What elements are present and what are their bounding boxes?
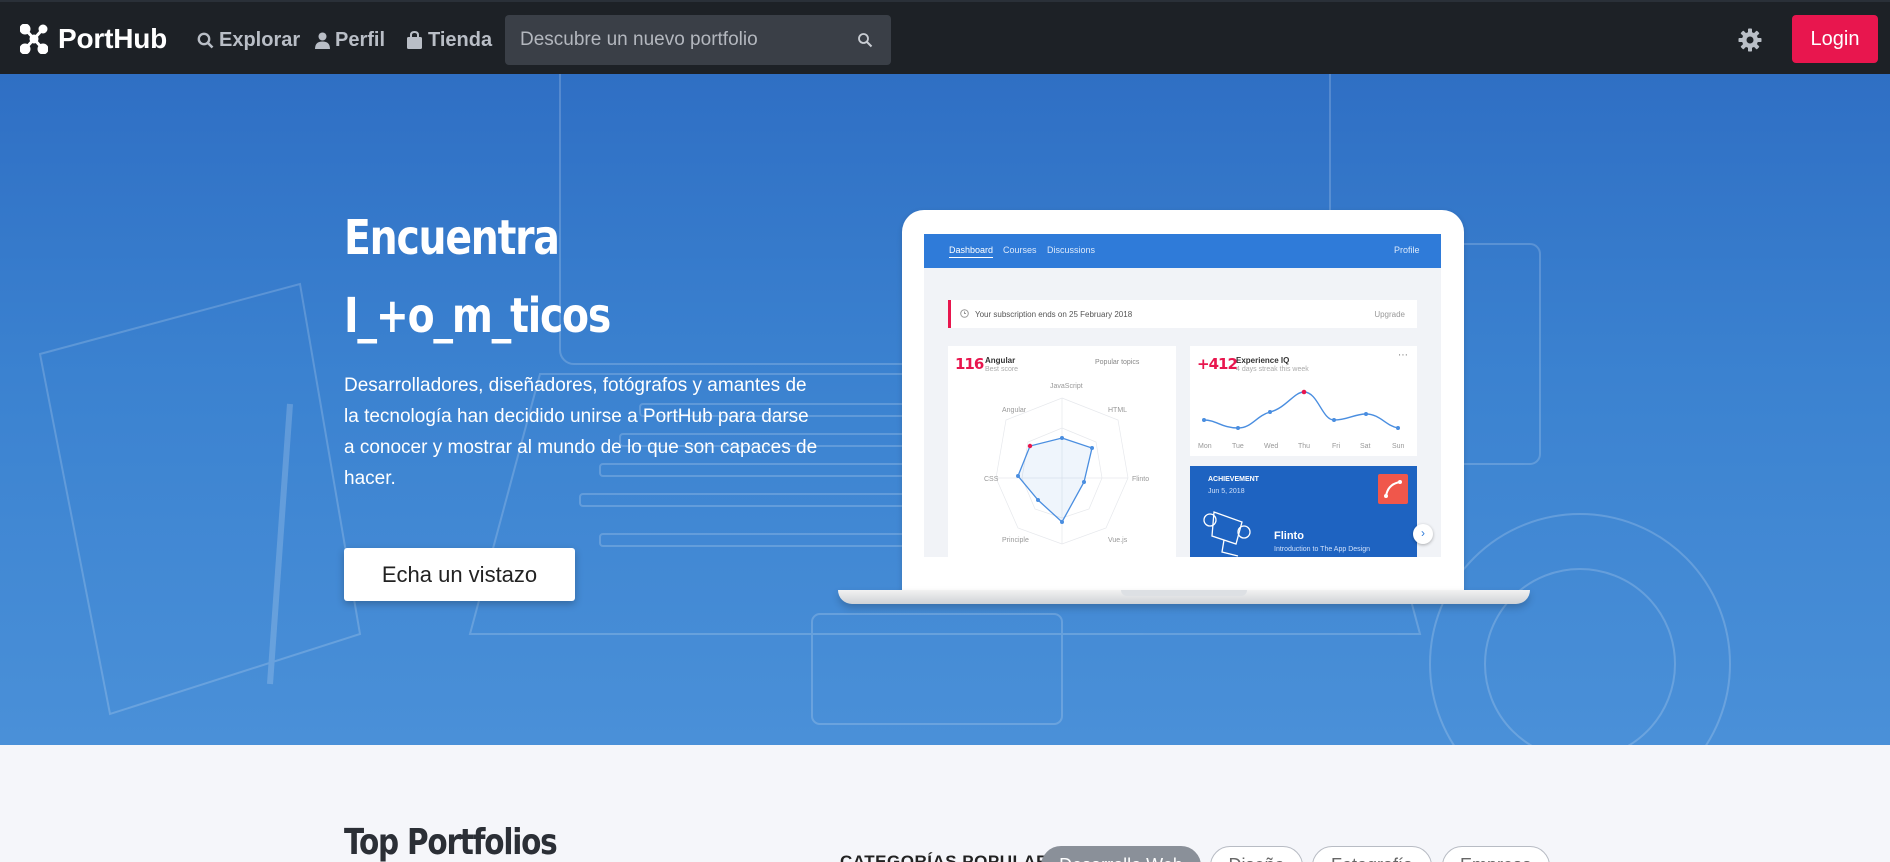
- nav-explorar-label: Explorar: [219, 28, 301, 51]
- mockup-achievement-card: ACHIEVEMENT Jun 5, 2018 Flinto Introduct…: [1190, 466, 1417, 557]
- day-wed: Wed: [1264, 443, 1278, 450]
- laptop-mockup: Dashboard Courses Discussions Profile Yo…: [838, 210, 1530, 610]
- brand-name: PortHub: [58, 23, 168, 54]
- laptop-screen: Dashboard Courses Discussions Profile Yo…: [924, 234, 1441, 557]
- category-pill-diseno[interactable]: Diseño: [1210, 846, 1303, 862]
- day-mon: Mon: [1198, 443, 1212, 450]
- day-sat: Sat: [1360, 443, 1371, 450]
- mockup-line-chart: Mon Tue Wed Thu Fri Sat Sun: [1198, 389, 1405, 450]
- hero-title-line-2: I_+o_m_ticos: [344, 288, 611, 344]
- user-icon: [315, 32, 330, 49]
- mockup-radar-chart: JavaScript HTML Flinto Vue.js Principle …: [984, 383, 1149, 545]
- day-fri: Fri: [1332, 443, 1341, 450]
- categories-label: CATEGORÍAS POPULARES: [840, 852, 1073, 862]
- mockup-achievement-date: Jun 5, 2018: [1208, 488, 1245, 495]
- nav-tienda-label: Tienda: [428, 28, 493, 51]
- mockup-card1-subtitle: Best score: [985, 366, 1019, 373]
- nav-perfil-link[interactable]: Perfil: [315, 28, 385, 52]
- radar-label-html: HTML: [1108, 407, 1127, 414]
- trophy-icon: [1203, 511, 1251, 557]
- more-icon: ⋯: [1398, 350, 1408, 361]
- mockup-experience-card: +412 Experience IQ 4 days streak this we…: [1190, 346, 1417, 456]
- search-bar: [505, 15, 891, 65]
- radar-label-css: CSS: [984, 476, 999, 483]
- day-tue: Tue: [1232, 443, 1244, 450]
- section-title: Top Portfolios: [344, 822, 558, 862]
- day-sun: Sun: [1392, 443, 1405, 450]
- login-button[interactable]: Login: [1792, 15, 1878, 63]
- search-input[interactable]: [505, 15, 855, 65]
- category-pill-empresa[interactable]: Empresa: [1442, 846, 1550, 862]
- mockup-card2-subtitle: 4 days streak this week: [1236, 366, 1309, 373]
- category-pill-fotografia[interactable]: Fotografía: [1312, 846, 1432, 862]
- hero-description: Desarrolladores, diseñadores, fotógrafos…: [344, 375, 818, 489]
- mockup-card2-value: +412: [1197, 355, 1238, 373]
- mockup-profile-link: Profile: [1394, 245, 1420, 255]
- radar-label-principle: Principle: [1002, 537, 1029, 544]
- mockup-next-arrow-icon: ›: [1413, 524, 1433, 544]
- mockup-card2-title: Experience IQ: [1236, 356, 1290, 365]
- cta-button[interactable]: Echa un vistazo: [344, 548, 575, 601]
- search-icon: [197, 32, 214, 48]
- mockup-achievement-subtitle: Introduction to The App Design: [1274, 546, 1370, 553]
- nav-explorar-link[interactable]: Explorar: [197, 28, 300, 52]
- gear-icon[interactable]: [1738, 28, 1762, 52]
- search-submit-icon[interactable]: [857, 32, 873, 48]
- flinto-logo-icon: [1378, 474, 1408, 504]
- mockup-achievement-name: Flinto: [1274, 530, 1304, 542]
- day-thu: Thu: [1298, 443, 1310, 450]
- mockup-card1-title: Angular: [985, 356, 1016, 365]
- mockup-topbar: Dashboard Courses Discussions Profile: [924, 234, 1441, 268]
- nav-perfil-label: Perfil: [335, 28, 386, 51]
- mockup-tab-courses: Courses: [1003, 245, 1037, 255]
- radar-label-vuejs: Vue.js: [1108, 537, 1128, 544]
- mockup-radar-card: 116 Angular Best score Popular topics Ja…: [948, 346, 1176, 557]
- mockup-achievement-heading: ACHIEVEMENT: [1208, 476, 1259, 483]
- clock-icon: [960, 309, 969, 318]
- radar-label-angular: Angular: [1002, 407, 1027, 414]
- nav-tienda-link[interactable]: Tienda: [406, 28, 492, 52]
- mockup-card1-value: 116: [955, 355, 984, 373]
- mockup-tab-discussions: Discussions: [1047, 245, 1096, 255]
- mockup-upgrade-link: Upgrade: [1374, 310, 1405, 319]
- laptop-notch: [1121, 590, 1247, 596]
- top-navbar: PortHub Explorar Perfil Tienda Login: [0, 0, 1890, 74]
- radar-label-flinto: Flinto: [1132, 476, 1149, 483]
- mockup-card1-dropdown: Popular topics: [1095, 359, 1140, 366]
- porthub-logo-icon: [20, 24, 48, 54]
- mockup-tab-dashboard: Dashboard: [949, 245, 994, 258]
- hero-section: Encuentra I_+o_m_ticos Desarrolladores, …: [0, 74, 1890, 745]
- mockup-subscription-text: Your subscription ends on 25 February 20…: [975, 310, 1133, 319]
- hero-title-line-1: Encuentra: [344, 210, 560, 266]
- radar-label-javascript: JavaScript: [1050, 383, 1083, 390]
- mockup-subscription-banner: Your subscription ends on 25 February 20…: [948, 300, 1417, 328]
- category-pill-desarrollo-web[interactable]: Desarrollo Web: [1041, 846, 1201, 862]
- brand-logo-link[interactable]: PortHub: [20, 22, 167, 56]
- shopping-bag-icon: [407, 31, 422, 49]
